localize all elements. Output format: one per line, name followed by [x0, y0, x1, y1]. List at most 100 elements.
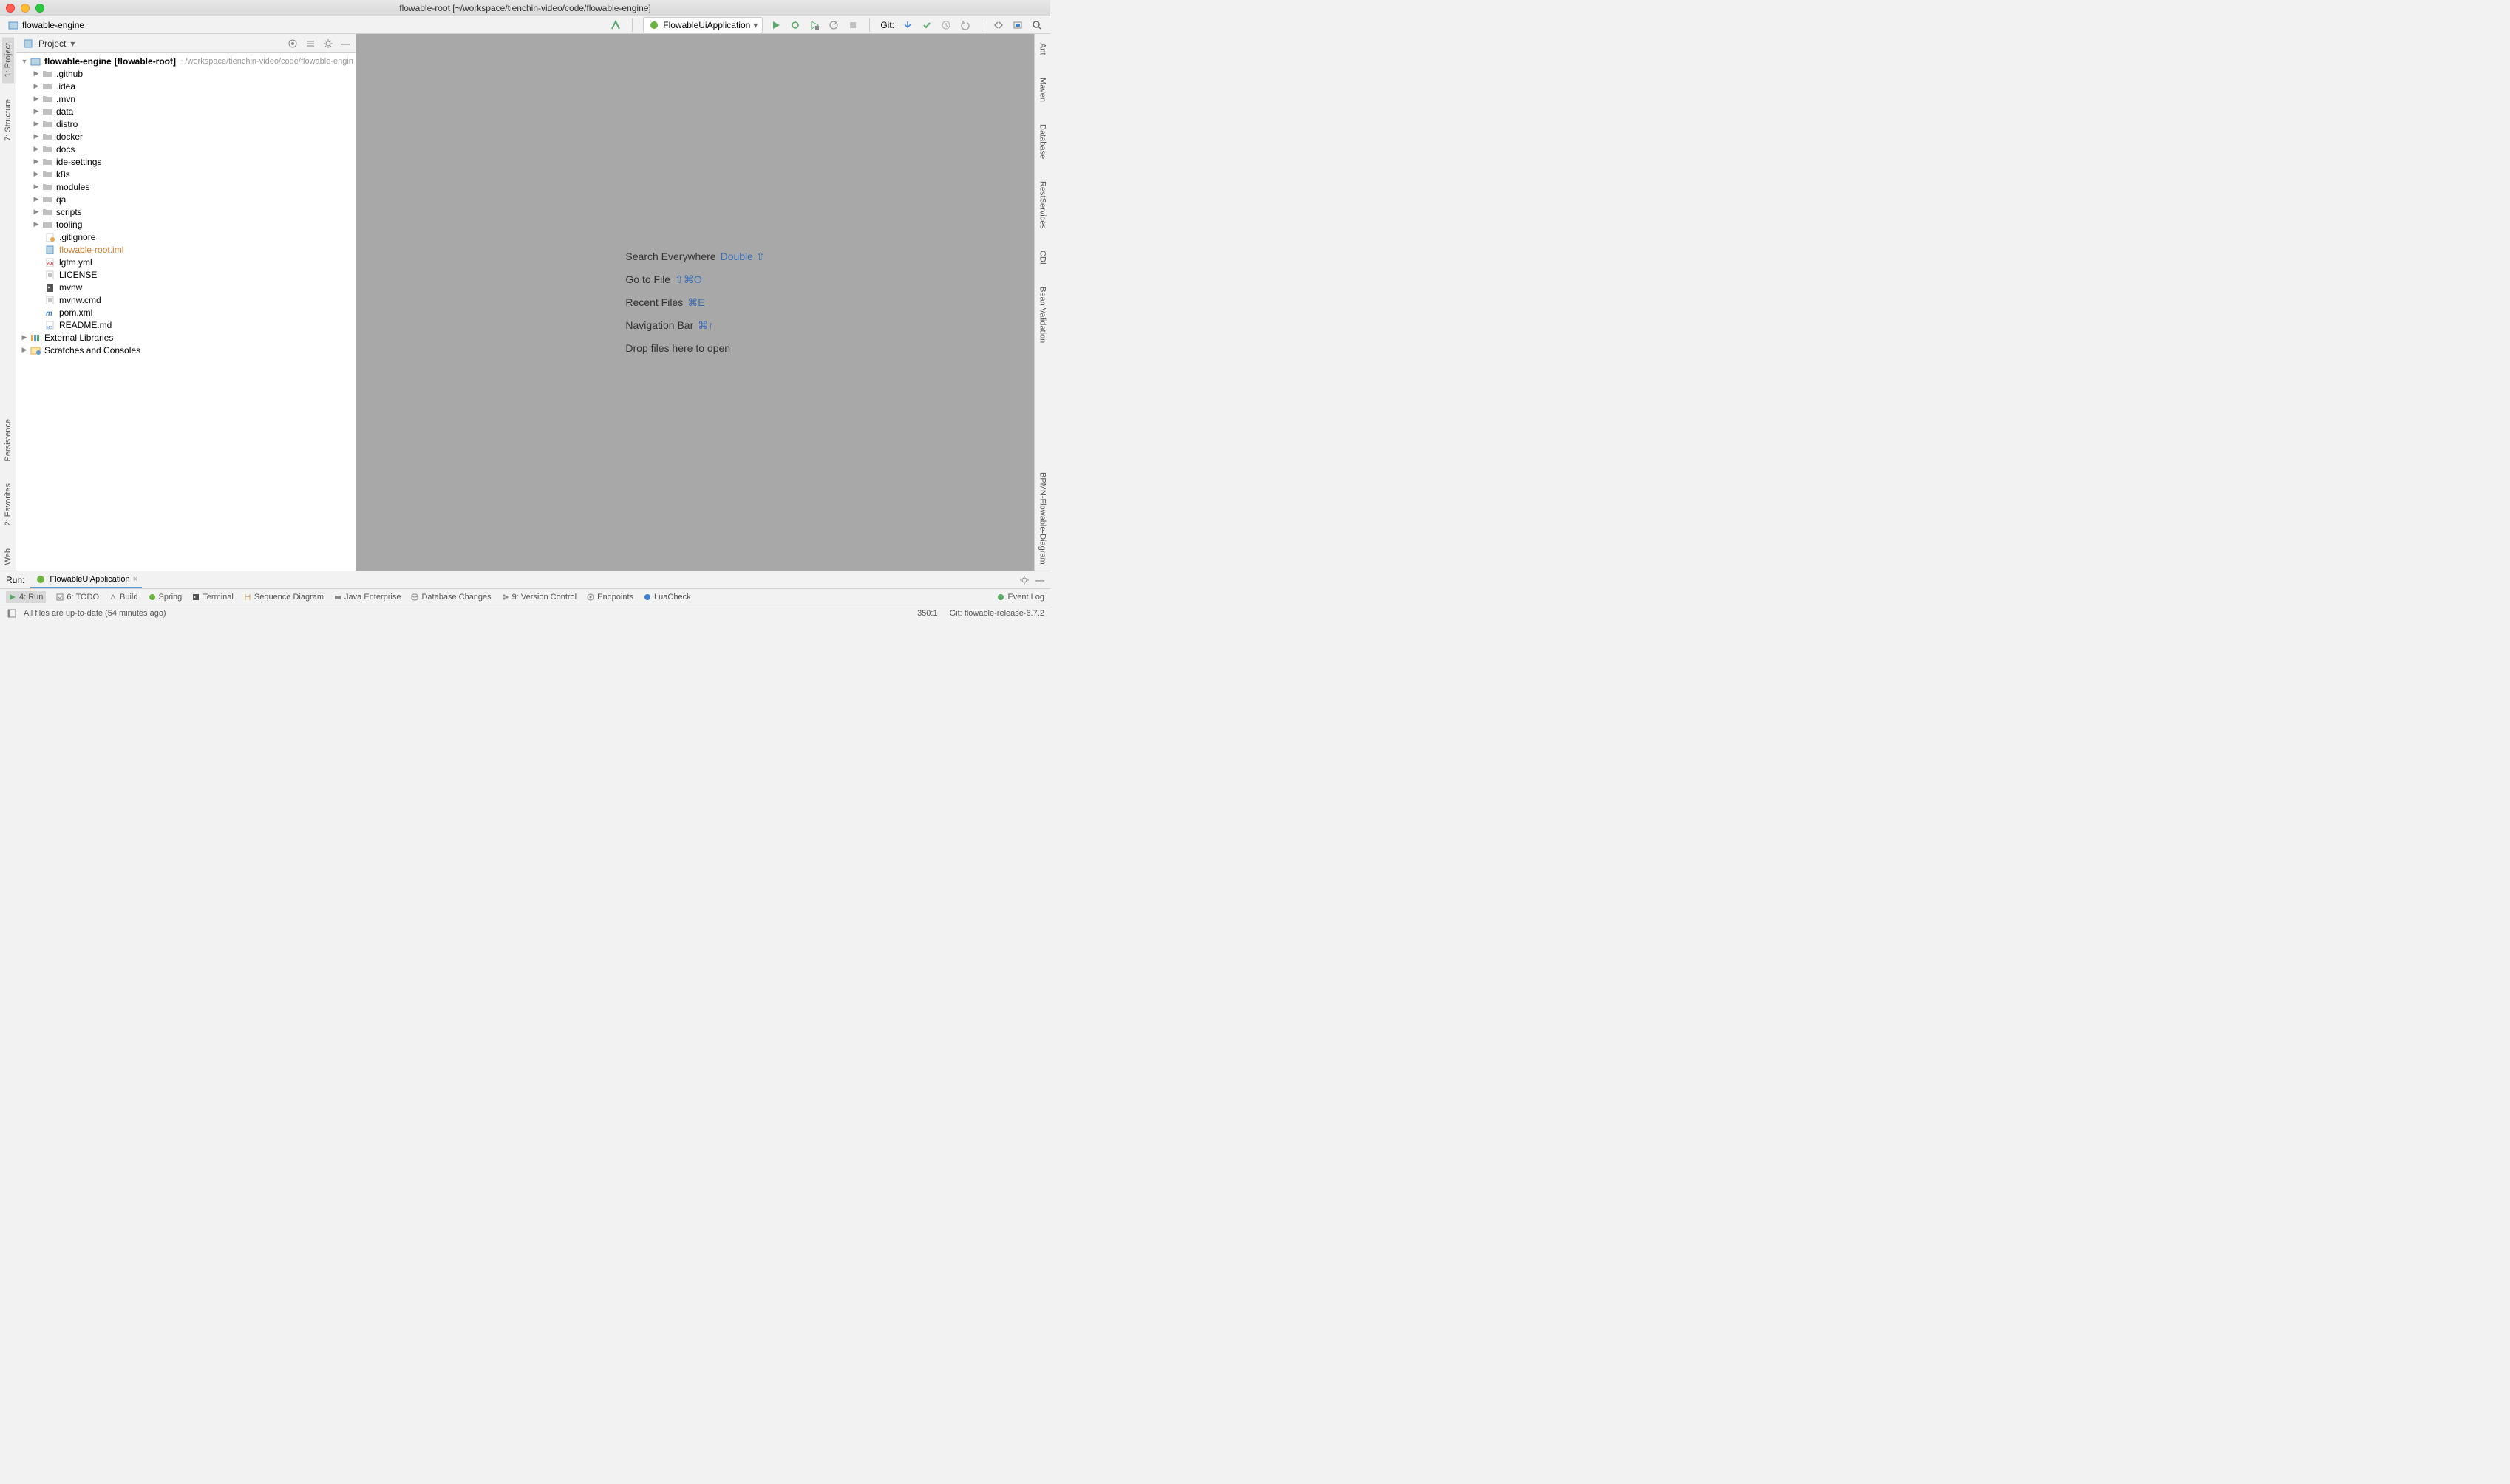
editor-empty-state[interactable]: Search EverywhereDouble ⇧ Go to File⇧⌘O … — [356, 34, 1034, 571]
run-button[interactable] — [770, 19, 782, 31]
expand-arrow-icon[interactable]: ▼ — [21, 58, 28, 65]
tree-file[interactable]: mvnw.cmd — [16, 293, 356, 306]
tab-project[interactable]: 1: Project — [2, 37, 14, 83]
chevron-down-icon[interactable] — [70, 38, 75, 49]
tree-folder[interactable]: ▶scripts — [16, 205, 356, 218]
tree-file[interactable]: YMLlgtm.yml — [16, 256, 356, 268]
tree-file[interactable]: LICENSE — [16, 268, 356, 281]
expand-arrow-icon[interactable]: ▶ — [33, 195, 40, 203]
code-with-me-icon[interactable] — [993, 19, 1004, 31]
hide-icon[interactable]: — — [341, 38, 350, 49]
status-caret-position[interactable]: 350:1 — [917, 609, 938, 618]
expand-arrow-icon[interactable]: ▶ — [33, 107, 40, 115]
tree-folder[interactable]: ▶data — [16, 105, 356, 118]
expand-arrow-icon[interactable]: ▶ — [33, 145, 40, 153]
tool-java-enterprise[interactable]: Java Enterprise — [334, 593, 401, 602]
expand-arrow-icon[interactable]: ▶ — [33, 69, 40, 78]
tool-event-log[interactable]: Event Log — [997, 593, 1044, 602]
expand-arrow-icon[interactable]: ▶ — [33, 183, 40, 191]
tree-folder[interactable]: ▶docs — [16, 143, 356, 155]
close-icon[interactable]: × — [133, 575, 137, 584]
tool-luacheck[interactable]: LuaCheck — [644, 593, 691, 602]
tab-cdi[interactable]: CDI — [1037, 245, 1049, 270]
close-window-button[interactable] — [6, 4, 15, 13]
tab-maven[interactable]: Maven — [1037, 72, 1049, 108]
tree-scratches[interactable]: ▶ Scratches and Consoles — [16, 344, 356, 356]
ide-settings-icon[interactable] — [1012, 19, 1024, 31]
tool-build[interactable]: Build — [109, 593, 137, 602]
tab-favorites[interactable]: 2: Favorites — [2, 477, 14, 531]
breadcrumb[interactable]: flowable-engine — [7, 19, 84, 31]
tool-windows-icon[interactable] — [6, 607, 18, 619]
expand-arrow-icon[interactable]: ▶ — [21, 346, 28, 354]
expand-arrow-icon[interactable]: ▶ — [33, 95, 40, 103]
git-history-icon[interactable] — [940, 19, 952, 31]
tool-sequence-diagram[interactable]: Sequence Diagram — [244, 593, 324, 602]
git-commit-icon[interactable] — [921, 19, 933, 31]
tree-folder[interactable]: ▶qa — [16, 193, 356, 205]
tool-todo[interactable]: 6: TODO — [56, 593, 99, 602]
expand-arrow-icon[interactable]: ▶ — [33, 170, 40, 178]
tree-file[interactable]: mvnw — [16, 281, 356, 293]
expand-arrow-icon[interactable]: ▶ — [33, 82, 40, 90]
git-pull-icon[interactable] — [902, 19, 914, 31]
tool-run[interactable]: 4: Run — [6, 591, 46, 603]
tree-folder[interactable]: ▶.mvn — [16, 92, 356, 105]
tree-folder[interactable]: ▶modules — [16, 180, 356, 193]
expand-arrow-icon[interactable]: ▶ — [33, 208, 40, 216]
tree-root[interactable]: ▼ flowable-engine [flowable-root] ~/work… — [16, 55, 356, 67]
tool-endpoints[interactable]: Endpoints — [587, 593, 633, 602]
select-opened-file-icon[interactable] — [288, 38, 298, 49]
expand-arrow-icon[interactable]: ▶ — [21, 333, 28, 341]
expand-arrow-icon[interactable]: ▶ — [33, 157, 40, 166]
tool-spring[interactable]: Spring — [149, 593, 183, 602]
debug-button[interactable] — [789, 19, 801, 31]
expand-arrow-icon[interactable]: ▶ — [33, 132, 40, 140]
run-tool-tabs: Run: FlowableUiApplication × — — [0, 571, 1050, 588]
tree-folder[interactable]: ▶distro — [16, 118, 356, 130]
tree-folder[interactable]: ▶.github — [16, 67, 356, 80]
tree-file[interactable]: MDREADME.md — [16, 319, 356, 331]
tree-folder[interactable]: ▶docker — [16, 130, 356, 143]
tree-folder[interactable]: ▶ide-settings — [16, 155, 356, 168]
tab-structure[interactable]: 7: Structure — [2, 93, 14, 147]
tab-ant[interactable]: Ant — [1037, 37, 1049, 61]
expand-arrow-icon[interactable]: ▶ — [33, 120, 40, 128]
tab-database[interactable]: Database — [1037, 118, 1049, 165]
run-tab-active[interactable]: FlowableUiApplication × — [30, 572, 142, 588]
tree-file[interactable]: flowable-root.iml — [16, 243, 356, 256]
tab-persistence[interactable]: Persistence — [2, 413, 14, 467]
tab-bpmn-diagram[interactable]: BPMN-Flowable-Diagram — [1037, 466, 1049, 571]
tree-folder[interactable]: ▶.idea — [16, 80, 356, 92]
left-tool-stripe: 1: Project 7: Structure Persistence 2: F… — [0, 34, 16, 571]
project-tree[interactable]: ▼ flowable-engine [flowable-root] ~/work… — [16, 53, 356, 571]
tree-folder[interactable]: ▶k8s — [16, 168, 356, 180]
run-configuration-selector[interactable]: FlowableUiApplication — [643, 17, 763, 33]
search-everywhere-icon[interactable] — [1031, 19, 1043, 31]
tab-rest-services[interactable]: RestServices — [1037, 175, 1049, 235]
minimize-window-button[interactable] — [21, 4, 30, 13]
tree-file[interactable]: .gitignore — [16, 231, 356, 243]
tree-file[interactable]: mpom.xml — [16, 306, 356, 319]
expand-all-icon[interactable] — [305, 38, 316, 49]
profile-button[interactable] — [828, 19, 840, 31]
tab-bean-validation[interactable]: Bean Validation — [1037, 281, 1049, 349]
hide-icon[interactable]: — — [1035, 575, 1044, 585]
build-icon[interactable] — [610, 19, 622, 31]
coverage-button[interactable] — [809, 19, 820, 31]
tool-terminal[interactable]: Terminal — [192, 593, 234, 602]
module-icon — [7, 19, 19, 31]
tree-folder[interactable]: ▶tooling — [16, 218, 356, 231]
tab-web[interactable]: Web — [2, 542, 14, 571]
expand-arrow-icon[interactable]: ▶ — [33, 220, 40, 228]
project-header-title[interactable]: Project — [38, 38, 66, 49]
status-git-branch[interactable]: Git: flowable-release-6.7.2 — [950, 609, 1044, 618]
tree-external-libraries[interactable]: ▶ External Libraries — [16, 331, 356, 344]
maximize-window-button[interactable] — [35, 4, 44, 13]
settings-icon[interactable] — [1019, 575, 1030, 585]
stop-button[interactable] — [847, 19, 859, 31]
tool-database-changes[interactable]: Database Changes — [411, 593, 491, 602]
git-revert-icon[interactable] — [959, 19, 971, 31]
settings-icon[interactable] — [323, 38, 333, 49]
tool-version-control[interactable]: 9: Version Control — [502, 593, 577, 602]
